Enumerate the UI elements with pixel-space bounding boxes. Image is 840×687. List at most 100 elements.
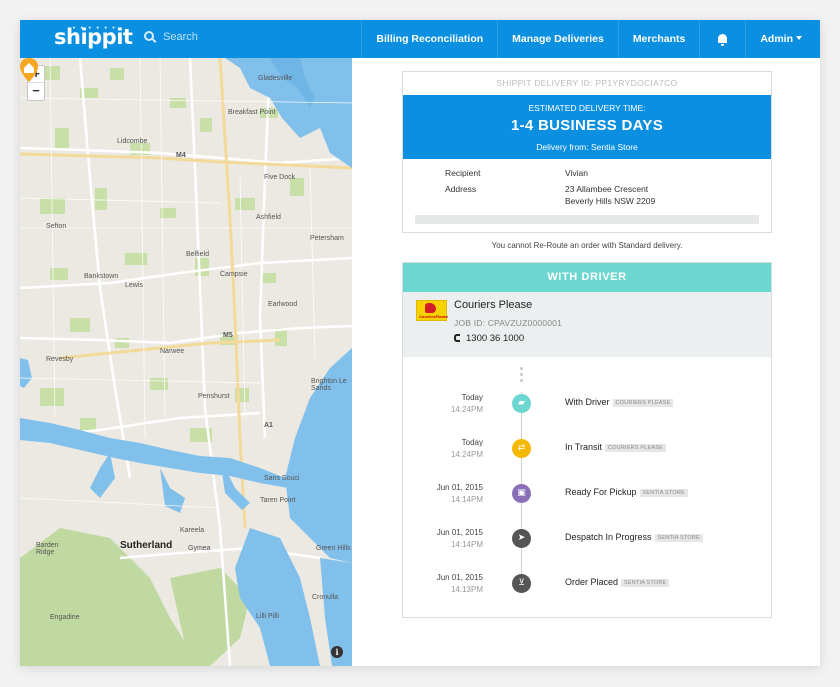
reroute-note: You cannot Re-Route an order with Standa… [491, 241, 683, 250]
map-label-breakfast-point: Breakfast Point [228, 109, 276, 116]
map-label-lidcombe: Lidcombe [117, 138, 148, 145]
transit-arrows-icon: ⇄ [512, 439, 531, 458]
event-time: 14:13PM [450, 585, 483, 594]
map-label-gladesville: Gladesville [258, 75, 293, 82]
map-label-lewis: Lewis [125, 282, 143, 289]
map-label-petersham: Petersham [310, 235, 344, 242]
phone-icon [454, 334, 460, 342]
map-label-narwee: Narwee [160, 348, 185, 355]
map-label-m4: M4 [176, 152, 186, 159]
logo-caption: CouriersPlease [419, 314, 449, 319]
event-source-badge: SENTIA STORE [654, 534, 703, 542]
timeline-event: Jun 01, 2015 14:13PM ⊻ Order Placed SENTIA S… [403, 572, 773, 602]
delivery-map[interactable]: + − Gladesville Breakfast Point Lidcombe… [20, 58, 352, 666]
address-label: Address [445, 184, 477, 194]
event-date: Jun 01, 2015 [436, 483, 483, 492]
map-label-engadine: Engadine [50, 614, 80, 621]
event-time: 14:14PM [450, 495, 483, 504]
event-datetime: Today 14:24PM [451, 392, 483, 416]
paper-plane-icon: ➤ [512, 529, 531, 548]
map-label-earlwood: Earlwood [268, 301, 298, 308]
couriers-please-logo: CouriersPlease [416, 300, 449, 321]
map-label-campsie: Campsie [220, 271, 248, 278]
event-source-badge: COURIERS PLEASE [612, 399, 674, 407]
recipient-value: Vivian [565, 168, 588, 178]
event-status-text: Order Placed [565, 577, 619, 587]
map-label-sans-souci: Sans Souci [264, 475, 300, 482]
destination-pin-icon[interactable] [20, 58, 38, 82]
event-status-text: Ready For Pickup [565, 487, 637, 497]
delivery-summary-card: SHIPPIT DELIVERY ID: PP1YRYDOCIA7CO ESTI… [402, 71, 772, 233]
nav-manage-deliveries[interactable]: Manage Deliveries [497, 20, 618, 58]
event-date: Today [461, 438, 483, 447]
search-input[interactable] [163, 31, 304, 43]
nav-billing-reconciliation[interactable]: Billing Reconciliation [361, 20, 497, 58]
map-label-cronulla: Cronulla [312, 594, 339, 601]
timeline-event: Jun 01, 2015 14:14PM ▣ Ready For Pickup SENT… [403, 482, 773, 512]
address-line-2: Beverly Hills NSW 2209 [565, 196, 656, 206]
event-time: 14:24PM [450, 405, 483, 414]
map-label-brighton: Brighton Le Sands [311, 378, 347, 392]
event-source-badge: SENTIA STORE [621, 579, 670, 587]
timeline-event: Today 14:24PM ▰ With Driver COURIERS PLEASE [403, 392, 773, 422]
admin-dropdown[interactable]: Admin [745, 20, 820, 58]
event-time: 14:24PM [450, 450, 483, 459]
address-value: 23 Allambee Crescent Beverly Hills NSW 2… [565, 183, 759, 207]
event-status-text: With Driver [565, 397, 610, 407]
package-icon: ▣ [512, 484, 531, 503]
event-date: Today [461, 393, 483, 402]
eta-value: 1-4 BUSINESS DAYS [510, 117, 664, 134]
event-datetime: Jun 01, 2015 14:14PM [437, 482, 483, 506]
event-status: Ready For Pickup SENTIA STORE [565, 487, 688, 497]
recipient-row: Recipient Vivian [415, 167, 759, 179]
event-datetime: Jun 01, 2015 14:14PM [437, 527, 483, 551]
event-datetime: Jun 01, 2015 14:13PM [437, 572, 483, 596]
event-status: Order Placed SENTIA STORE [565, 577, 670, 587]
courier-name: Couriers Please [454, 299, 533, 311]
map-label-lilli-pilli: Lilli Pilli [256, 613, 279, 620]
shippit-logo[interactable]: • • • • • • shippit [54, 25, 133, 49]
zoom-out-button[interactable]: − [28, 83, 44, 100]
job-id: JOB ID: CPAVZUZ0000001 [454, 318, 563, 328]
delivery-id: SHIPPIT DELIVERY ID: PP1YRYDOCIA7CO [496, 78, 678, 88]
courier-phone[interactable]: 1300 36 1000 [454, 333, 524, 344]
map-label-m5: M5 [223, 332, 233, 339]
divider-bar [415, 215, 759, 224]
map-label-five-dock: Five Dock [264, 174, 296, 181]
map-label-kareela: Kareela [180, 527, 205, 534]
recipient-label: Recipient [445, 168, 481, 178]
logo-dots: • • • • • • [72, 25, 117, 32]
nav-menu: Billing Reconciliation Manage Deliveries… [361, 20, 820, 58]
map-label-revesby: Revesby [46, 356, 74, 363]
notifications-button[interactable] [699, 20, 745, 58]
event-status-text: Despatch In Progress [565, 532, 652, 542]
event-status-text: In Transit [565, 442, 603, 452]
courier-info: CouriersPlease Couriers Please JOB ID: C… [403, 292, 771, 357]
recipient-info: Recipient Vivian Address 23 Allambee Cre… [403, 159, 771, 232]
event-status: With Driver COURIERS PLEASE [565, 397, 674, 407]
eta-label: ESTIMATED DELIVERY TIME: [528, 103, 646, 113]
search-icon [144, 31, 154, 41]
event-source-badge: SENTIA STORE [639, 489, 688, 497]
tracking-card: WITH DRIVER CouriersPlease Couriers Plea… [402, 262, 772, 618]
bell-icon [718, 34, 728, 46]
search-box[interactable] [144, 31, 324, 47]
timeline-event: Today 14:24PM ⇄ In Transit COURIERS PLEASE [403, 437, 773, 467]
event-source-badge: COURIERS PLEASE [605, 444, 666, 452]
event-date: Jun 01, 2015 [436, 573, 483, 582]
delivery-from: Delivery from: Sentia Store [536, 142, 638, 152]
caret-down-icon [796, 36, 802, 40]
map-info-icon[interactable]: i [331, 646, 343, 658]
map-label-ashfield: Ashfield [256, 214, 281, 221]
event-status: In Transit COURIERS PLEASE [565, 442, 666, 452]
map-label-green-hills: Green Hills [316, 545, 351, 552]
timeline-event: Jun 01, 2015 14:14PM ➤ Despatch In Progress… [403, 527, 773, 557]
event-date: Jun 01, 2015 [436, 528, 483, 537]
top-navbar: • • • • • • shippit Billing Reconciliati… [20, 20, 820, 58]
map-label-barden-ridge: Barden Ridge [36, 542, 59, 556]
cart-icon: ⊻ [512, 574, 531, 593]
map-label-gymea: Gymea [188, 545, 211, 552]
map-label-taren-point: Taren Point [260, 497, 296, 504]
nav-merchants[interactable]: Merchants [617, 20, 700, 58]
phone-number: 1300 36 1000 [466, 333, 525, 344]
